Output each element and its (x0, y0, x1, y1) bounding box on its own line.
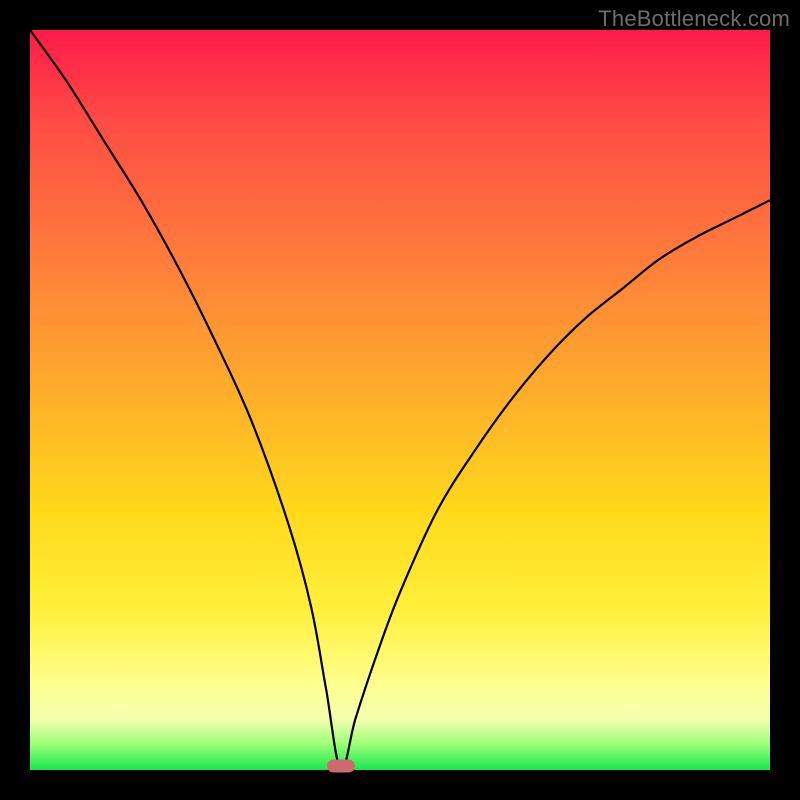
bottleneck-marker (327, 760, 355, 773)
plot-area (30, 30, 770, 770)
chart-container: TheBottleneck.com (0, 0, 800, 800)
watermark-text: TheBottleneck.com (598, 6, 790, 32)
curve-path (30, 30, 770, 770)
bottleneck-curve (30, 30, 770, 770)
